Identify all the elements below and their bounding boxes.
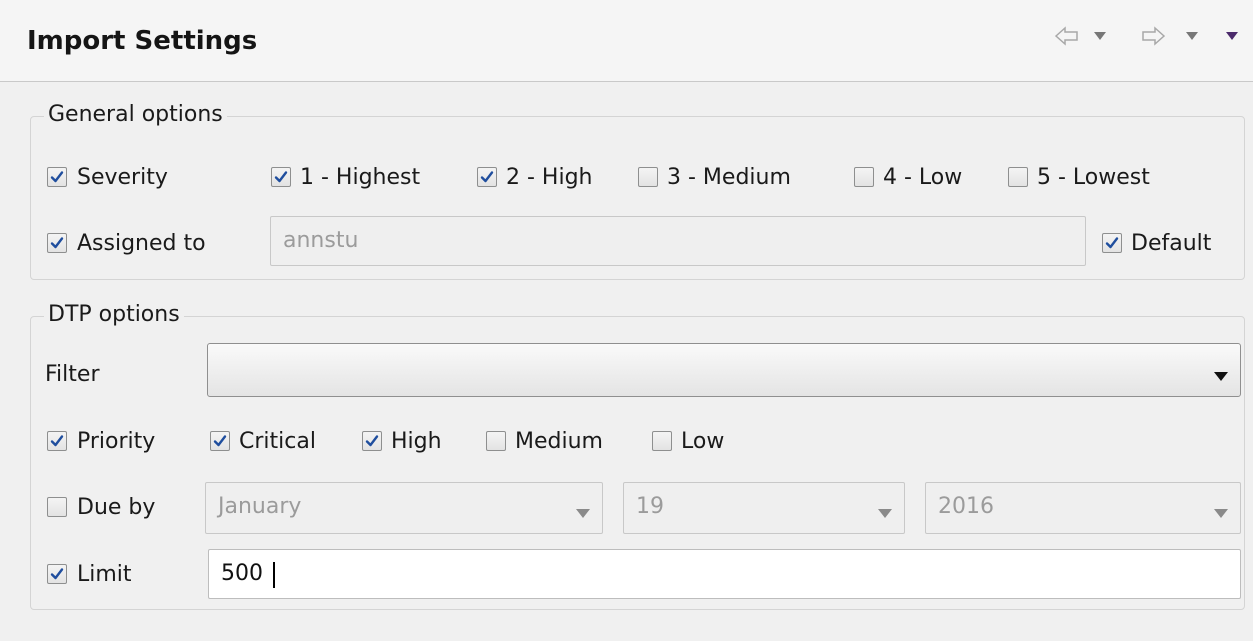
- severity-1-checkbox[interactable]: [271, 167, 291, 187]
- due-day-select[interactable]: 19: [623, 482, 905, 534]
- severity-1-label: 1 - Highest: [300, 165, 421, 190]
- severity-3-label: 3 - Medium: [667, 165, 791, 190]
- forward-history-dropdown[interactable]: [1185, 22, 1199, 50]
- dtp-options-legend: DTP options: [44, 301, 184, 329]
- severity-2-checkbox[interactable]: [477, 167, 497, 187]
- filter-label: Filter: [45, 362, 100, 387]
- due-by-label: Due by: [77, 495, 156, 520]
- filter-dropdown[interactable]: [207, 343, 1241, 397]
- chevron-down-icon: [878, 503, 892, 522]
- general-options-legend: General options: [44, 101, 227, 129]
- priority-medium-label: Medium: [515, 429, 603, 454]
- severity-3-checkbox[interactable]: [638, 167, 658, 187]
- default-checkbox[interactable]: [1102, 233, 1122, 253]
- due-month-select[interactable]: January: [205, 482, 603, 534]
- priority-high-checkbox[interactable]: [362, 431, 382, 451]
- due-month-value: January: [218, 494, 302, 519]
- priority-medium-checkbox[interactable]: [486, 431, 506, 451]
- back-button[interactable]: [1054, 22, 1080, 50]
- back-history-dropdown[interactable]: [1093, 22, 1107, 50]
- checkmark-icon: [212, 433, 228, 453]
- priority-checkbox[interactable]: [47, 431, 67, 451]
- priority-critical-checkbox[interactable]: [210, 431, 230, 451]
- due-year-value: 2016: [938, 494, 994, 519]
- limit-label: Limit: [77, 562, 132, 587]
- priority-low-checkbox[interactable]: [652, 431, 672, 451]
- assigned-to-label: Assigned to: [77, 231, 206, 256]
- severity-label: Severity: [77, 165, 168, 190]
- assigned-to-checkbox[interactable]: [47, 233, 67, 253]
- priority-low-label: Low: [681, 429, 725, 454]
- due-year-select[interactable]: 2016: [925, 482, 1241, 534]
- severity-4-checkbox[interactable]: [854, 167, 874, 187]
- chevron-down-icon: [1185, 31, 1199, 41]
- back-arrow-icon: [1054, 26, 1080, 46]
- checkmark-icon: [49, 566, 65, 586]
- forward-arrow-icon: [1140, 26, 1166, 46]
- checkmark-icon: [479, 169, 495, 189]
- checkmark-icon: [49, 169, 65, 189]
- severity-5-checkbox[interactable]: [1008, 167, 1028, 187]
- assigned-to-value: annstu: [283, 228, 359, 253]
- chevron-down-icon: [1214, 503, 1228, 522]
- view-menu-icon: [1225, 31, 1239, 41]
- checkmark-icon: [1104, 235, 1120, 255]
- forward-button[interactable]: [1140, 22, 1166, 50]
- text-caret: [273, 562, 275, 588]
- checkmark-icon: [49, 235, 65, 255]
- limit-input[interactable]: 500: [208, 549, 1241, 599]
- severity-2-label: 2 - High: [506, 165, 593, 190]
- chevron-down-icon: [1214, 366, 1228, 385]
- page-title: Import Settings: [27, 26, 258, 56]
- checkmark-icon: [364, 433, 380, 453]
- due-by-checkbox[interactable]: [47, 497, 67, 517]
- due-day-value: 19: [636, 494, 664, 519]
- priority-label: Priority: [77, 429, 156, 454]
- chevron-down-icon: [576, 503, 590, 522]
- assigned-to-input[interactable]: annstu: [270, 216, 1086, 266]
- priority-high-label: High: [391, 429, 442, 454]
- priority-critical-label: Critical: [239, 429, 316, 454]
- limit-checkbox[interactable]: [47, 564, 67, 584]
- severity-4-label: 4 - Low: [883, 165, 963, 190]
- severity-checkbox[interactable]: [47, 167, 67, 187]
- default-label: Default: [1131, 231, 1212, 256]
- view-title-bar: Import Settings: [0, 0, 1253, 82]
- checkmark-icon: [273, 169, 289, 189]
- limit-value: 500: [221, 561, 263, 586]
- severity-5-label: 5 - Lowest: [1037, 165, 1150, 190]
- view-menu-button[interactable]: [1225, 22, 1239, 50]
- chevron-down-icon: [1093, 31, 1107, 41]
- checkmark-icon: [49, 433, 65, 453]
